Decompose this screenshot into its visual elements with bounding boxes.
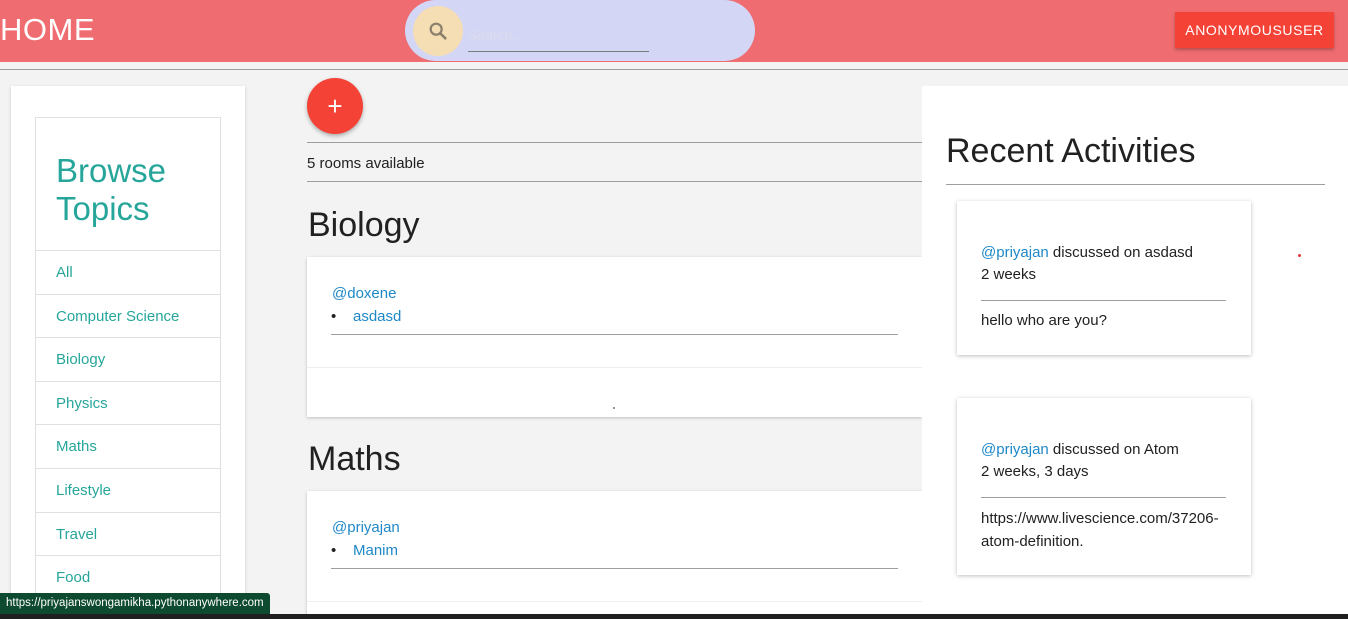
room-name-link[interactable]: asdasd [353, 308, 401, 325]
search-icon [429, 22, 447, 40]
bottom-strip [0, 614, 1348, 619]
room-card: @priyajan • Manim [307, 491, 922, 619]
activity-message: https://www.livescience.com/37206-atom-d… [981, 510, 1219, 550]
divider [307, 142, 922, 143]
activity-time: 2 weeks, 3 days [981, 463, 1089, 480]
browse-topics-card: Browse Topics All Computer Science Biolo… [11, 86, 245, 619]
search-input[interactable] [468, 18, 649, 52]
rooms-count: 5 rooms available [307, 155, 425, 172]
status-bar-url: https://priyajanswongamikha.pythonanywhe… [0, 593, 270, 614]
divider [307, 181, 922, 182]
topic-link-physics[interactable]: Physics [36, 382, 220, 426]
search-button[interactable] [413, 6, 463, 56]
activity-time: 2 weeks [981, 266, 1037, 283]
room-card-action-area [307, 601, 922, 602]
list-bullet: • [331, 308, 337, 325]
activity-user-link[interactable]: @priyajan [981, 441, 1049, 458]
activity-divider [981, 497, 1226, 498]
topic-link-travel[interactable]: Travel [36, 513, 220, 557]
search-bar [405, 0, 755, 61]
activity-message: hello who are you? [981, 312, 1107, 329]
topic-link-maths[interactable]: Maths [36, 425, 220, 469]
room-card-divider [331, 334, 898, 335]
room-name-link[interactable]: Manim [353, 542, 398, 559]
topic-link-computer-science[interactable]: Computer Science [36, 295, 220, 339]
user-account-button[interactable]: ANONYMOUSUSER [1175, 12, 1334, 48]
recent-activities-card: Recent Activities @priyajan discussed on… [922, 86, 1348, 619]
room-topic-heading: Biology [308, 206, 420, 244]
room-host-link[interactable]: @priyajan [332, 519, 400, 536]
activity-divider [981, 300, 1226, 301]
activity-item: @priyajan discussed on asdasd 2 weeks he… [957, 201, 1251, 355]
browse-topics-title: Browse Topics [36, 118, 220, 251]
activity-action: discussed on asdasd [1048, 244, 1194, 261]
activity-user-link[interactable]: @priyajan [981, 244, 1049, 261]
decorative-dot [613, 407, 615, 409]
add-room-button[interactable]: + [307, 78, 363, 134]
topics-list: Browse Topics All Computer Science Biolo… [35, 117, 221, 600]
top-navbar: HOME ANONYMOUSUSER [0, 0, 1348, 62]
topic-link-lifestyle[interactable]: Lifestyle [36, 469, 220, 513]
recent-activities-title: Recent Activities [946, 132, 1196, 170]
activity-header: @priyajan discussed on Atom [981, 441, 1179, 458]
activity-header: @priyajan discussed on asdasd [981, 244, 1193, 261]
divider [946, 184, 1325, 185]
room-card-action-area [307, 367, 922, 368]
topic-link-biology[interactable]: Biology [36, 338, 220, 382]
activity-item: @priyajan discussed on Atom 2 weeks, 3 d… [957, 398, 1251, 575]
activity-action: discussed on Atom [1048, 441, 1179, 458]
room-card-divider [331, 568, 898, 569]
topic-link-all[interactable]: All [36, 251, 220, 295]
room-topic-heading: Maths [308, 440, 401, 478]
header-divider [0, 69, 1348, 70]
room-card: @doxene • asdasd [307, 257, 922, 417]
room-host-link[interactable]: @doxene [332, 285, 396, 302]
list-bullet: • [331, 542, 337, 559]
decorative-dot [1298, 254, 1301, 257]
home-link[interactable]: HOME [0, 12, 95, 48]
